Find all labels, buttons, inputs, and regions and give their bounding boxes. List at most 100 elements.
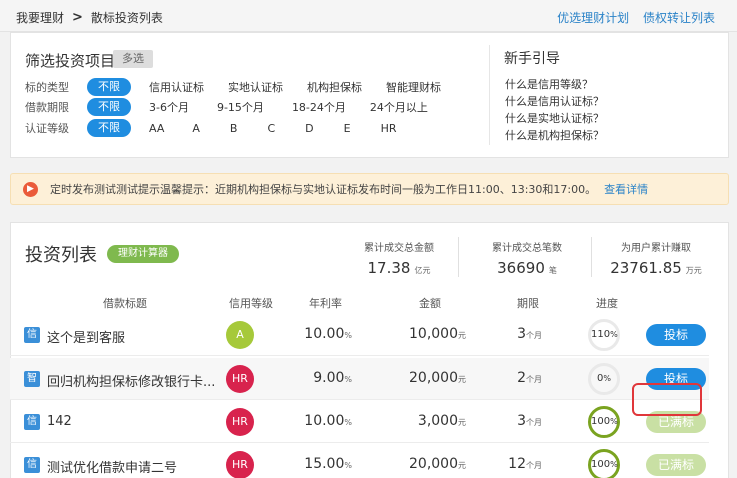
- filter-option[interactable]: D: [305, 122, 313, 135]
- term-value: 2: [517, 370, 526, 386]
- term-unit: 个月: [526, 331, 542, 340]
- filter-option[interactable]: 3-6个月: [149, 99, 189, 115]
- term-value: 3: [517, 413, 526, 429]
- term-unit: 个月: [526, 375, 542, 384]
- loan-title[interactable]: 142: [47, 414, 72, 429]
- amount-value: 10,000: [409, 326, 458, 342]
- rate-value: 9.00: [313, 370, 345, 386]
- filter-row-type: 标的类型 不限 信用认证标 实地认证标 机构担保标 智能理财标: [25, 78, 465, 96]
- rate-value: 15.00: [304, 456, 345, 472]
- amount-unit: 元: [458, 418, 466, 427]
- filter-option[interactable]: B: [230, 122, 238, 135]
- multi-select-button[interactable]: 多选: [113, 50, 153, 68]
- stat-unit: 亿元: [414, 266, 431, 275]
- rate-value: 10.00: [304, 326, 345, 342]
- calculator-button[interactable]: 理财计算器: [107, 245, 179, 263]
- table-row[interactable]: 信 142 HR 10.00% 3,000元 3个月 100% 已满标: [10, 401, 709, 443]
- filter-row-grade: 认证等级 不限 AA A B C D E HR: [25, 119, 420, 137]
- filter-option[interactable]: 24个月以上: [370, 99, 428, 115]
- filter-label: 认证等级: [25, 122, 69, 135]
- breadcrumb: 我要理财 > 散标投资列表: [16, 9, 163, 26]
- loan-amount: 3,000元: [380, 413, 466, 429]
- filter-option-all[interactable]: 不限: [87, 78, 131, 96]
- highlight-box: [632, 383, 702, 416]
- table-row[interactable]: 智回归机构担保标修改银行卡... HR 9.00% 20,000元 2个月 0% 投标: [10, 358, 709, 400]
- filter-option-all[interactable]: 不限: [87, 119, 131, 137]
- filter-option[interactable]: 智能理财标: [386, 79, 441, 95]
- stat-value-wrap: 36690 笔: [477, 259, 577, 277]
- filter-option[interactable]: 机构担保标: [307, 79, 362, 95]
- guide-link[interactable]: 什么是信用等级？: [505, 76, 604, 93]
- filter-row-term: 借款期限 不限 3-6个月 9-15个月 18-24个月 24个月以上: [25, 98, 452, 116]
- filter-option-all[interactable]: 不限: [87, 98, 131, 116]
- stat-divider: [591, 237, 592, 277]
- rate-value: 10.00: [304, 413, 345, 429]
- filter-option[interactable]: E: [344, 122, 351, 135]
- stat-value: 23761.85: [610, 259, 682, 277]
- loan-type-tag: 智: [24, 371, 40, 387]
- notice-bar: ▶ 定时发布测试测试提示温馨提示：近期机构担保标与实地认证标发布时间一般为工作日…: [10, 173, 729, 205]
- amount-value: 20,000: [409, 456, 458, 472]
- filter-option[interactable]: A: [192, 122, 200, 135]
- loan-title[interactable]: 这个是到客服: [47, 327, 125, 346]
- stat-value: 36690: [497, 259, 545, 277]
- table-row[interactable]: 信测试优化借款申请二号 HR 15.00% 20,000元 12个月 100% 已满标: [10, 444, 709, 478]
- rate-unit: %: [344, 461, 352, 470]
- filter-option[interactable]: C: [267, 122, 275, 135]
- top-bar: 我要理财 > 散标投资列表 优选理财计划 债权转让列表: [0, 0, 737, 32]
- invest-button[interactable]: 投标: [646, 324, 706, 346]
- guide-link[interactable]: 什么是信用认证标？: [505, 93, 604, 110]
- stat-label: 累计成交总金额: [364, 243, 434, 254]
- notice-text: 定时发布测试测试提示温馨提示：近期机构担保标与实地认证标发布时间一般为工作日11…: [50, 183, 597, 196]
- amount-unit: 元: [458, 461, 466, 470]
- loan-term: 3个月: [490, 326, 542, 342]
- filter-label: 标的类型: [25, 81, 69, 94]
- filter-option[interactable]: 18-24个月: [292, 99, 346, 115]
- link-debt-transfer[interactable]: 债权转让列表: [643, 11, 715, 25]
- credit-grade-badge: HR: [226, 451, 254, 478]
- loan-title[interactable]: 回归机构担保标修改银行卡...: [47, 371, 215, 390]
- col-progress: 进度: [596, 297, 618, 310]
- table-row[interactable]: 信这个是到客服 A 10.00% 10,000元 3个月 110% 投标: [10, 314, 709, 356]
- loan-term: 2个月: [490, 370, 542, 386]
- loan-term: 3个月: [490, 413, 542, 429]
- stat-total-count: 累计成交总笔数 36690 笔: [477, 239, 577, 277]
- term-value: 3: [517, 326, 526, 342]
- col-amount: 金额: [419, 297, 441, 310]
- progress-value: 100: [591, 459, 611, 470]
- full-button[interactable]: 已满标: [646, 454, 706, 476]
- rate-unit: %: [344, 331, 352, 340]
- speaker-icon: ▶: [23, 181, 38, 197]
- link-preferred-plan[interactable]: 优选理财计划: [557, 11, 629, 25]
- loan-type-tag: 信: [24, 414, 40, 430]
- filter-option[interactable]: 信用认证标: [149, 79, 204, 95]
- filter-option[interactable]: 9-15个月: [217, 99, 264, 115]
- amount-unit: 元: [458, 331, 466, 340]
- amount-value: 3,000: [417, 413, 458, 429]
- col-rate: 年利率: [309, 297, 342, 310]
- stat-value-wrap: 17.38 亿元: [349, 259, 449, 277]
- amount-unit: 元: [458, 375, 466, 384]
- list-title: 投资列表: [25, 245, 97, 266]
- loan-title[interactable]: 测试优化借款申请二号: [47, 457, 177, 476]
- progress-value: 100: [591, 416, 611, 427]
- progress-ring: 100%: [588, 449, 620, 478]
- progress-value: 110: [591, 329, 611, 340]
- loan-amount: 20,000元: [380, 456, 466, 472]
- filter-option[interactable]: HR: [381, 122, 397, 135]
- amount-value: 20,000: [409, 370, 458, 386]
- loan-type-tag: 信: [24, 327, 40, 343]
- stat-label: 为用户累计赚取: [621, 243, 691, 254]
- filter-label: 借款期限: [25, 101, 69, 114]
- annual-rate: 10.00%: [292, 326, 352, 342]
- filter-panel: 筛选投资项目 多选 标的类型 不限 信用认证标 实地认证标 机构担保标 智能理财…: [10, 32, 729, 158]
- notice-details-link[interactable]: 查看详情: [604, 181, 648, 197]
- stat-total-earned: 为用户累计赚取 23761.85 万元: [601, 239, 711, 277]
- breadcrumb-root[interactable]: 我要理财: [16, 9, 64, 26]
- filter-option[interactable]: AA: [149, 122, 164, 135]
- guide-link[interactable]: 什么是实地认证标？: [505, 110, 604, 127]
- guide-title: 新手引导: [504, 51, 560, 67]
- guide-link[interactable]: 什么是机构担保标？: [505, 127, 604, 144]
- filter-option[interactable]: 实地认证标: [228, 79, 283, 95]
- top-links: 优选理财计划 债权转让列表: [547, 9, 715, 26]
